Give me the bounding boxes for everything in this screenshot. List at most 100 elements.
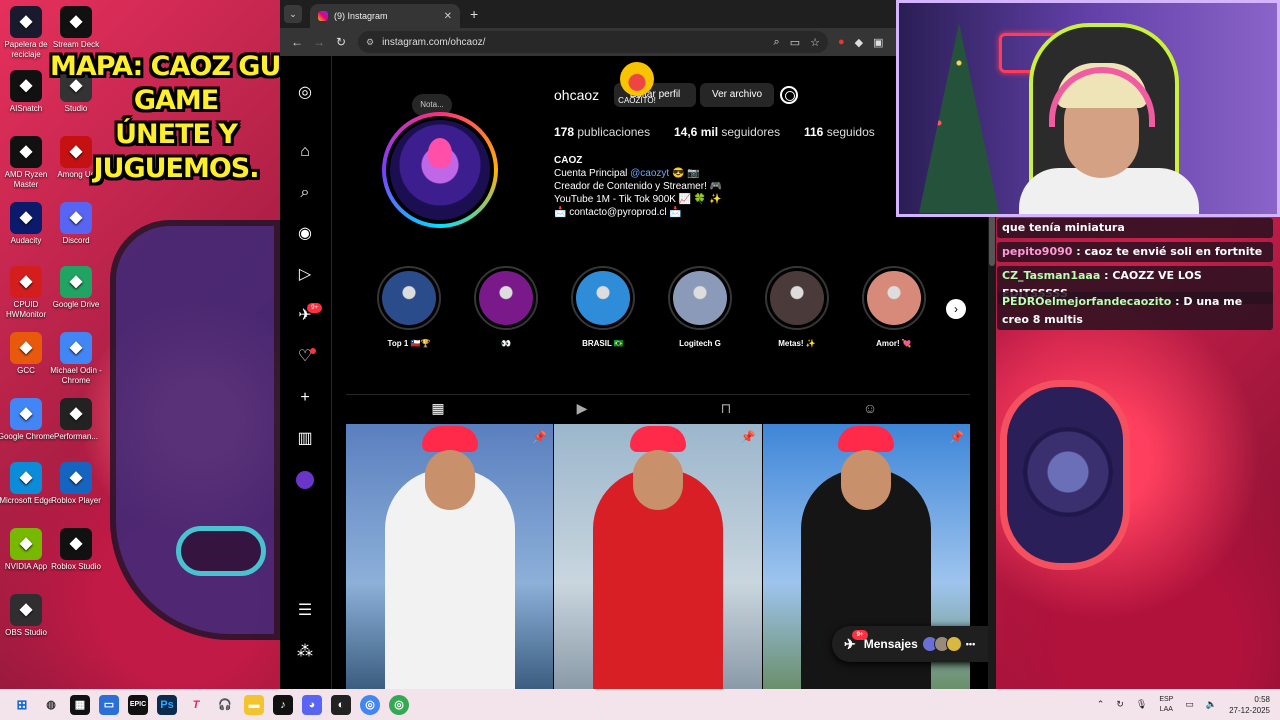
bio-line3: YouTube 1M - Tik Tok 900K 📈 🍀 ✨ [554, 194, 722, 205]
discord-icon: ◆ [60, 202, 92, 234]
obs-icon: ◆ [10, 594, 42, 626]
clock[interactable]: 0:58 27-12-2025 [1229, 694, 1270, 716]
settings-gear-icon[interactable] [780, 86, 798, 104]
followers-stat[interactable]: 14,6 mil seguidores [674, 125, 804, 139]
also-from-meta-icon[interactable]: ⁂ [294, 641, 316, 663]
microphone-icon[interactable]: 🎙 [1136, 699, 1147, 710]
stream-deck-taskbar-icon[interactable]: ▦ [70, 694, 90, 715]
desktop-icon[interactable]: ◆ OBS Studio [0, 594, 55, 638]
photoshop-icon[interactable]: Ps [157, 694, 177, 715]
explore-compass-icon[interactable]: ◉ [294, 223, 316, 245]
roblox-studio-icon: ◆ [60, 528, 92, 560]
site-info-icon[interactable]: ⚙ [366, 37, 374, 48]
highlight-label: 👀 [501, 339, 511, 348]
post-tile[interactable]: 📌 [554, 424, 762, 689]
story-highlight[interactable]: Logitech G [665, 266, 735, 348]
highlight-label: BRASIL 🇧🇷 [582, 339, 624, 348]
zoom-icon[interactable]: ⌕ [774, 36, 780, 49]
desktop-icon-label: Michael Odin - Chrome [50, 366, 102, 385]
bio-line4: 📩 contacto@pyroprod.cl 📩 [554, 207, 682, 218]
tab-saved-icon[interactable]: ⊓ [716, 398, 736, 418]
desktop-icon[interactable]: ◆ Michael Odin - Chrome [47, 332, 105, 386]
search-icon[interactable]: ⌕ [294, 182, 316, 204]
sync-icon[interactable]: ↻ [1116, 699, 1124, 710]
volume-icon[interactable]: 🔈 [1206, 699, 1217, 710]
back-arrow-icon[interactable]: ← [286, 35, 308, 49]
profile-avatar-icon[interactable] [294, 469, 316, 491]
gcc-icon: ◆ [10, 332, 42, 364]
story-highlight[interactable]: Top 1 🇨🇱🏆 [374, 266, 444, 348]
extension-red-icon[interactable]: ● [838, 36, 845, 48]
highlight-cover [377, 266, 441, 330]
tab-posts-grid-icon[interactable]: ▦ [428, 398, 448, 418]
messages-button[interactable]: ✈ 9+ Mensajes ••• [832, 626, 996, 662]
highlight-cover [862, 266, 926, 330]
display-icon[interactable]: ▭ [1185, 699, 1194, 710]
bookmark-star-icon[interactable]: ☆ [810, 36, 820, 49]
reload-icon[interactable]: ↻ [330, 35, 352, 49]
bio-mention-link[interactable]: @caozyt [630, 168, 669, 179]
forward-arrow-icon[interactable]: → [308, 35, 330, 49]
address-bar[interactable]: ⚙ instagram.com/ohcaoz/ ⌕ ▭ ☆ [358, 31, 828, 53]
audacity-icon: ◆ [10, 202, 42, 234]
extensions-puzzle-icon[interactable]: ▣ [873, 36, 883, 49]
desktop-icon[interactable]: ◆ Performan... [47, 398, 105, 442]
tab-reels-icon[interactable]: ▶ [572, 398, 592, 418]
home-icon[interactable]: ⌂ [294, 141, 316, 163]
chat-username: pepito9090 [1002, 245, 1073, 258]
desktop-icon[interactable]: ◆ Roblox Studio [47, 528, 105, 572]
desktop-icon[interactable]: ◆ Google Drive [47, 266, 105, 310]
view-archive-button[interactable]: Ver archivo [700, 83, 774, 107]
new-tab-button[interactable]: + [470, 6, 478, 22]
post-tile[interactable]: 📌 [346, 424, 554, 689]
discord-taskbar-icon[interactable]: ◕ [302, 694, 322, 715]
tab-instagram[interactable]: (9) Instagram ✕ [310, 4, 460, 28]
start-menu-icon[interactable]: ⊞ [12, 695, 32, 715]
desktop-icon[interactable]: ◆ Stream Deck [47, 6, 105, 50]
chrome-profile-taskbar-icon[interactable]: ◎ [389, 694, 409, 715]
following-stat[interactable]: 116 seguidos [804, 125, 875, 139]
epic-games-icon[interactable]: EPIC [128, 694, 148, 715]
desktop-icon[interactable]: ◆ Discord [47, 202, 105, 246]
language-indicator[interactable]: ESP LAA [1159, 695, 1173, 715]
post-head [632, 450, 683, 510]
wallpaper-wheel [1000, 380, 1130, 570]
desktop-icon[interactable]: ◆ Roblox Player [47, 462, 105, 506]
install-app-icon[interactable]: ▭ [790, 36, 800, 49]
tab-tagged-icon[interactable]: ☺ [860, 398, 880, 418]
story-highlight[interactable]: Metas! ✨ [762, 266, 832, 348]
t-app-icon[interactable]: T [186, 695, 206, 715]
tab-search-button[interactable]: ⌄ [284, 5, 302, 23]
reels-icon[interactable]: ▷ [294, 264, 316, 286]
dashboard-icon[interactable]: ▥ [294, 428, 316, 450]
mouse-app-icon[interactable]: ◍ [41, 695, 61, 715]
caozito-label: CAOZITO! [618, 96, 656, 105]
tab-title: (9) Instagram [334, 11, 388, 21]
create-plus-icon[interactable]: + [294, 387, 316, 409]
instagram-sidebar: ◎ ⌂ ⌕ ◉ ▷ ✈ 9+ ♡ + ▥ ☰ ⁂ [280, 56, 332, 689]
highlights-next-button[interactable]: › [946, 299, 966, 319]
extension-diamond-icon[interactable]: ◆ [855, 36, 863, 49]
explorer-app-icon[interactable]: ▭ [99, 694, 119, 715]
tiktok-icon[interactable]: ♪ [273, 694, 293, 715]
profile-avatar[interactable] [382, 112, 498, 228]
tab-close-icon[interactable]: ✕ [444, 11, 452, 22]
nvidia-icon: ◆ [10, 528, 42, 560]
story-highlight[interactable]: BRASIL 🇧🇷 [568, 266, 638, 348]
obs-taskbar-icon[interactable]: ◐ [331, 694, 351, 715]
chrome-taskbar-icon[interactable]: ◎ [360, 694, 380, 715]
story-highlight[interactable]: 👀 [471, 266, 541, 348]
pinned-icon: 📌 [949, 430, 964, 444]
highlight-cover [474, 266, 538, 330]
file-explorer-icon[interactable]: ▬ [244, 694, 264, 715]
headset-app-icon[interactable]: 🎧 [215, 695, 235, 715]
story-highlight[interactable]: Amor! 💘 [859, 266, 929, 348]
mascot-icon [620, 62, 654, 96]
chat-message: que tenía miniatura [997, 218, 1273, 238]
tray-overflow-icon[interactable]: ⌃ [1097, 699, 1105, 710]
posts-stat[interactable]: 178 publicaciones [554, 125, 674, 139]
desktop-icon-label: Audacity [10, 236, 42, 245]
more-menu-icon[interactable]: ☰ [294, 600, 316, 622]
instagram-logo-icon[interactable]: ◎ [294, 82, 316, 104]
profile-stats: 178 publicaciones 14,6 mil seguidores 11… [554, 125, 875, 139]
